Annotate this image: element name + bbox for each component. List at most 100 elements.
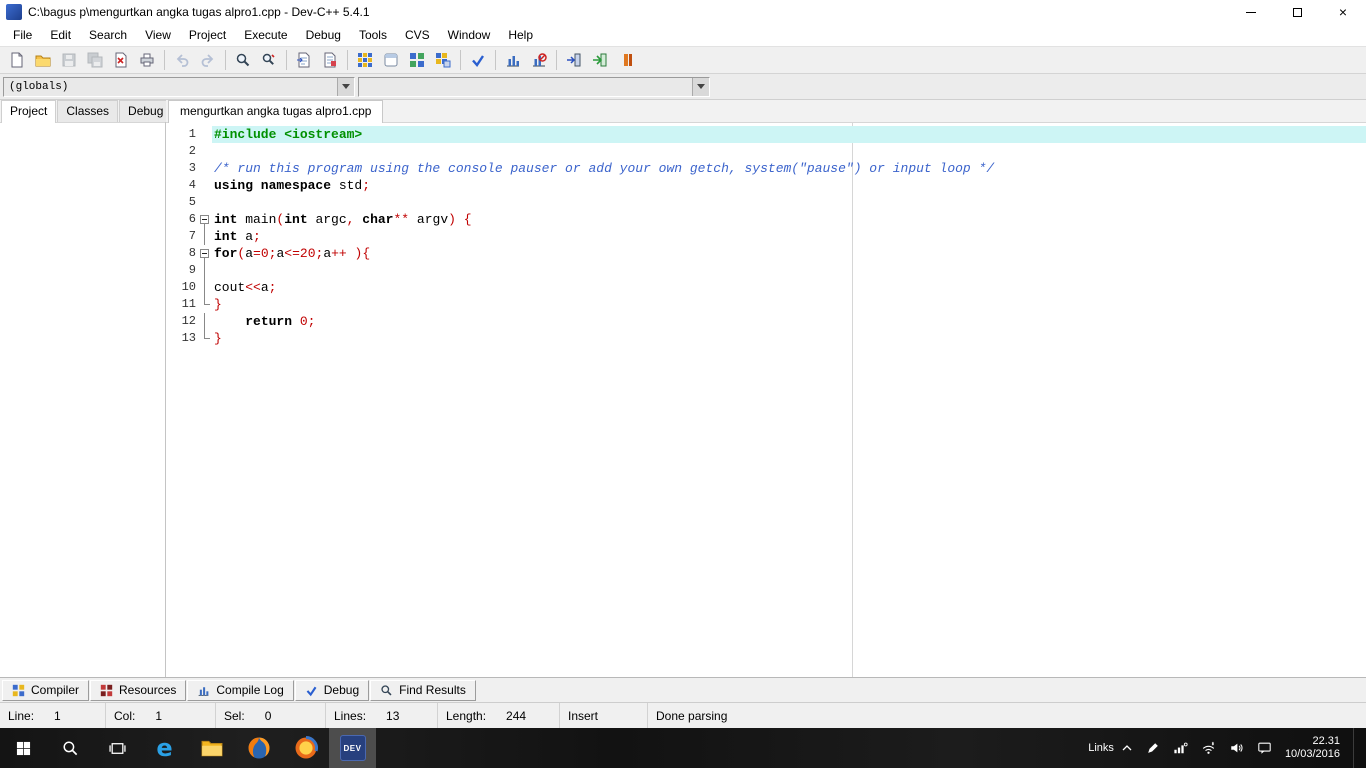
save-button[interactable]: [56, 48, 82, 72]
code-editor[interactable]: 1 2 3 4 5 6 7 8 9 10 11 12 13 #include <iostream>/* …: [166, 123, 1366, 677]
globals-combobox[interactable]: (globals): [3, 76, 355, 97]
menu-view[interactable]: View: [136, 26, 180, 44]
find-button[interactable]: [230, 48, 256, 72]
tab-debug[interactable]: Debug: [119, 100, 173, 122]
run-button[interactable]: [378, 48, 404, 72]
gutter-row: 4: [166, 177, 212, 194]
minimize-button[interactable]: [1228, 0, 1274, 24]
fold-collapse-icon[interactable]: [198, 245, 212, 262]
volume-icon[interactable]: [1229, 741, 1244, 755]
code-line[interactable]: int a;: [212, 228, 1366, 245]
code-line[interactable]: /* run this program using the console pa…: [212, 160, 1366, 177]
goto-line-button[interactable]: [291, 48, 317, 72]
code-line[interactable]: [212, 262, 1366, 279]
tab-project[interactable]: Project: [1, 100, 57, 123]
menu-window[interactable]: Window: [439, 26, 500, 44]
tab-classes[interactable]: Classes: [57, 100, 119, 122]
compile-run-icon: [410, 53, 424, 67]
replace-button[interactable]: [256, 48, 282, 72]
code-line[interactable]: }: [212, 296, 1366, 313]
code-line[interactable]: int main(int argc, char** argv) {: [212, 211, 1366, 228]
taskbar-clock[interactable]: 22.31 10/03/2016: [1285, 735, 1340, 761]
toolbar-separator: [495, 50, 496, 70]
menu-cvs[interactable]: CVS: [396, 26, 439, 44]
maximize-button[interactable]: [1274, 0, 1320, 24]
menu-execute[interactable]: Execute: [235, 26, 296, 44]
profile-icon: [507, 56, 519, 67]
firefox-button[interactable]: [235, 728, 282, 768]
toolbar-separator: [556, 50, 557, 70]
code-area[interactable]: #include <iostream> /* run this program u…: [212, 123, 1366, 677]
edge-icon: e: [156, 734, 173, 762]
menu-search[interactable]: Search: [80, 26, 136, 44]
code-line[interactable]: return 0;: [212, 313, 1366, 330]
gutter-row: 5: [166, 194, 212, 211]
tab-find-results[interactable]: Find Results: [370, 679, 476, 701]
menu-project[interactable]: Project: [180, 26, 235, 44]
devcpp-taskbar-button[interactable]: DEV: [329, 728, 376, 768]
code-line[interactable]: cout<<a;: [212, 279, 1366, 296]
incremental-search-button[interactable]: [317, 48, 343, 72]
line-number: 10: [181, 280, 196, 294]
gutter-row: 8: [166, 245, 212, 262]
code-line[interactable]: using namespace std;: [212, 177, 1366, 194]
taskbar-search-button[interactable]: [47, 728, 94, 768]
save-all-button[interactable]: [82, 48, 108, 72]
close-button[interactable]: ×: [1320, 0, 1366, 24]
editor-tab-active[interactable]: mengurtkan angka tugas alpro1.cpp: [168, 100, 384, 123]
code-line[interactable]: }: [212, 330, 1366, 347]
new-file-button[interactable]: [4, 48, 30, 72]
debug-check-icon: [306, 686, 317, 696]
chevron-up-icon[interactable]: [1121, 743, 1133, 753]
syntax-check-button[interactable]: [465, 48, 491, 72]
wifi-icon[interactable]: [1201, 741, 1216, 755]
delete-profiling-button[interactable]: [526, 48, 552, 72]
code-line[interactable]: for(a=0;a<=20;a++ ){: [212, 245, 1366, 262]
app-button[interactable]: [282, 728, 329, 768]
show-desktop-button[interactable]: [1353, 728, 1358, 768]
insert-snippet-button[interactable]: [561, 48, 587, 72]
status-sel: Sel: 0: [216, 703, 326, 728]
toggle-bookmark-button[interactable]: [587, 48, 613, 72]
replace-icon: [262, 53, 275, 65]
close-file-button[interactable]: [108, 48, 134, 72]
tab-compiler[interactable]: Compiler: [2, 679, 90, 701]
links-toolbar[interactable]: Links: [1088, 742, 1133, 754]
tab-compile-log[interactable]: Compile Log: [187, 679, 294, 701]
tab-debug-bottom[interactable]: Debug: [294, 679, 370, 701]
menu-edit[interactable]: Edit: [41, 26, 80, 44]
code-line[interactable]: #include <iostream>: [212, 126, 1366, 143]
save-all-icon: [87, 52, 103, 68]
code-line[interactable]: [212, 143, 1366, 160]
compile-run-button[interactable]: [404, 48, 430, 72]
profile-button[interactable]: [500, 48, 526, 72]
print-button[interactable]: [134, 48, 160, 72]
fold-collapse-icon[interactable]: [198, 211, 212, 228]
redo-button[interactable]: [195, 48, 221, 72]
start-button[interactable]: [0, 728, 47, 768]
rebuild-button[interactable]: [430, 48, 456, 72]
menu-tools[interactable]: Tools: [350, 26, 396, 44]
edge-button[interactable]: e: [141, 728, 188, 768]
line-number: 6: [188, 212, 196, 226]
titlebar: C:\bagus p\mengurtkan angka tugas alpro1…: [0, 0, 1366, 24]
open-button[interactable]: [30, 48, 56, 72]
redo-icon: [201, 54, 214, 67]
cellular-icon[interactable]: [1173, 741, 1188, 755]
menu-help[interactable]: Help: [499, 26, 542, 44]
members-combobox[interactable]: [358, 76, 710, 97]
goto-bookmark-button[interactable]: [613, 48, 639, 72]
menu-debug[interactable]: Debug: [297, 26, 350, 44]
code-line[interactable]: [212, 194, 1366, 211]
pen-icon[interactable]: [1146, 741, 1160, 755]
file-explorer-button[interactable]: [188, 728, 235, 768]
tab-resources[interactable]: Resources: [90, 679, 187, 701]
line-number: 5: [188, 195, 196, 209]
notification-icon[interactable]: [1257, 741, 1272, 755]
compile-button[interactable]: [352, 48, 378, 72]
chevron-down-icon[interactable]: [337, 77, 354, 96]
menu-file[interactable]: File: [4, 26, 41, 44]
task-view-button[interactable]: [94, 728, 141, 768]
undo-button[interactable]: [169, 48, 195, 72]
chevron-down-icon[interactable]: [692, 77, 709, 96]
